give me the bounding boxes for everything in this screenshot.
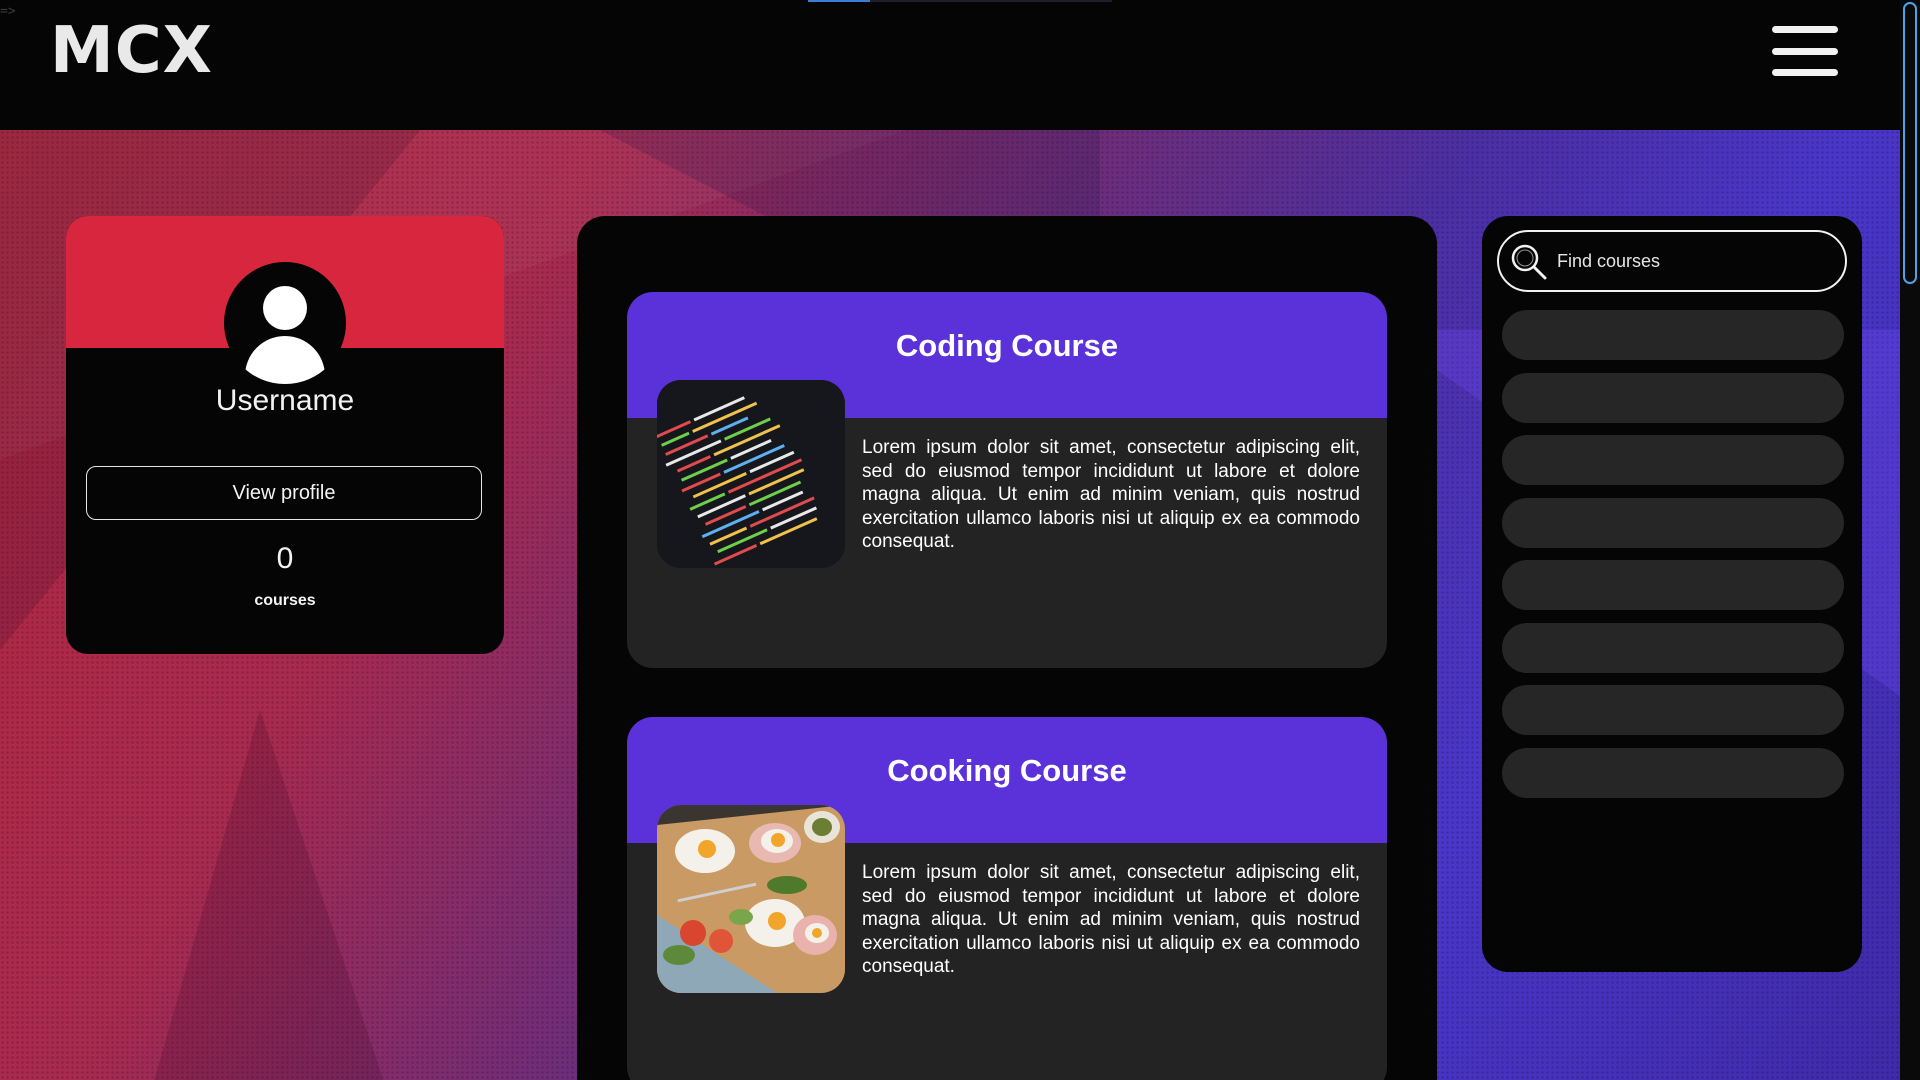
course-search-panel [1482, 216, 1862, 972]
course-card[interactable]: Cooking Course Lorem ipsum dolor sit ame… [627, 717, 1387, 1080]
top-header: => MCX [0, 0, 1900, 130]
course-card[interactable]: Coding Course Lorem ipsum dolor sit amet… [627, 292, 1387, 668]
search-result-placeholder[interactable] [1502, 622, 1844, 673]
corner-mark: => [0, 4, 16, 19]
profile-card: Username View profile 0 courses [66, 216, 504, 654]
view-profile-button[interactable]: View profile [86, 466, 482, 520]
hamburger-menu-icon[interactable] [1772, 26, 1838, 76]
menu-bar [1772, 47, 1838, 55]
course-title[interactable]: Cooking Course [627, 753, 1387, 789]
course-description: Lorem ipsum dolor sit amet, consectetur … [862, 862, 1360, 977]
search-box[interactable] [1497, 230, 1847, 292]
search-result-placeholder[interactable] [1502, 497, 1844, 548]
background-shape [140, 710, 400, 1080]
course-count-label: courses [254, 592, 316, 609]
search-result-placeholder[interactable] [1502, 310, 1844, 360]
food-plate-image[interactable] [657, 805, 845, 993]
user-silhouette-icon[interactable] [224, 262, 346, 384]
menu-bar [1772, 26, 1838, 33]
search-result-placeholder[interactable] [1502, 685, 1844, 735]
code-screenshot-art [657, 380, 845, 568]
course-description: Lorem ipsum dolor sit amet, consectetur … [862, 437, 1360, 552]
search-result-placeholder[interactable] [1502, 560, 1844, 610]
code-screenshot-image[interactable] [657, 380, 845, 568]
course-feed: Coding Course Lorem ipsum dolor sit amet… [577, 216, 1437, 1080]
search-result-placeholder[interactable] [1502, 435, 1844, 485]
search-result-placeholder[interactable] [1502, 372, 1844, 423]
magnifier-icon [1511, 244, 1547, 280]
loading-progress-fill [808, 0, 870, 2]
scrollbar-thumb[interactable] [1903, 2, 1917, 284]
loading-progress-bar [808, 0, 1112, 2]
search-result-placeholder[interactable] [1502, 747, 1844, 798]
menu-bar [1772, 69, 1838, 76]
search-input[interactable] [1557, 246, 1827, 276]
site-logo[interactable]: MCX [50, 14, 213, 88]
course-count: 0 [276, 542, 294, 575]
course-title[interactable]: Coding Course [627, 328, 1387, 364]
username-label: Username [215, 384, 355, 417]
food-plate-art [657, 805, 845, 993]
page-scrollbar[interactable] [1900, 0, 1920, 1080]
